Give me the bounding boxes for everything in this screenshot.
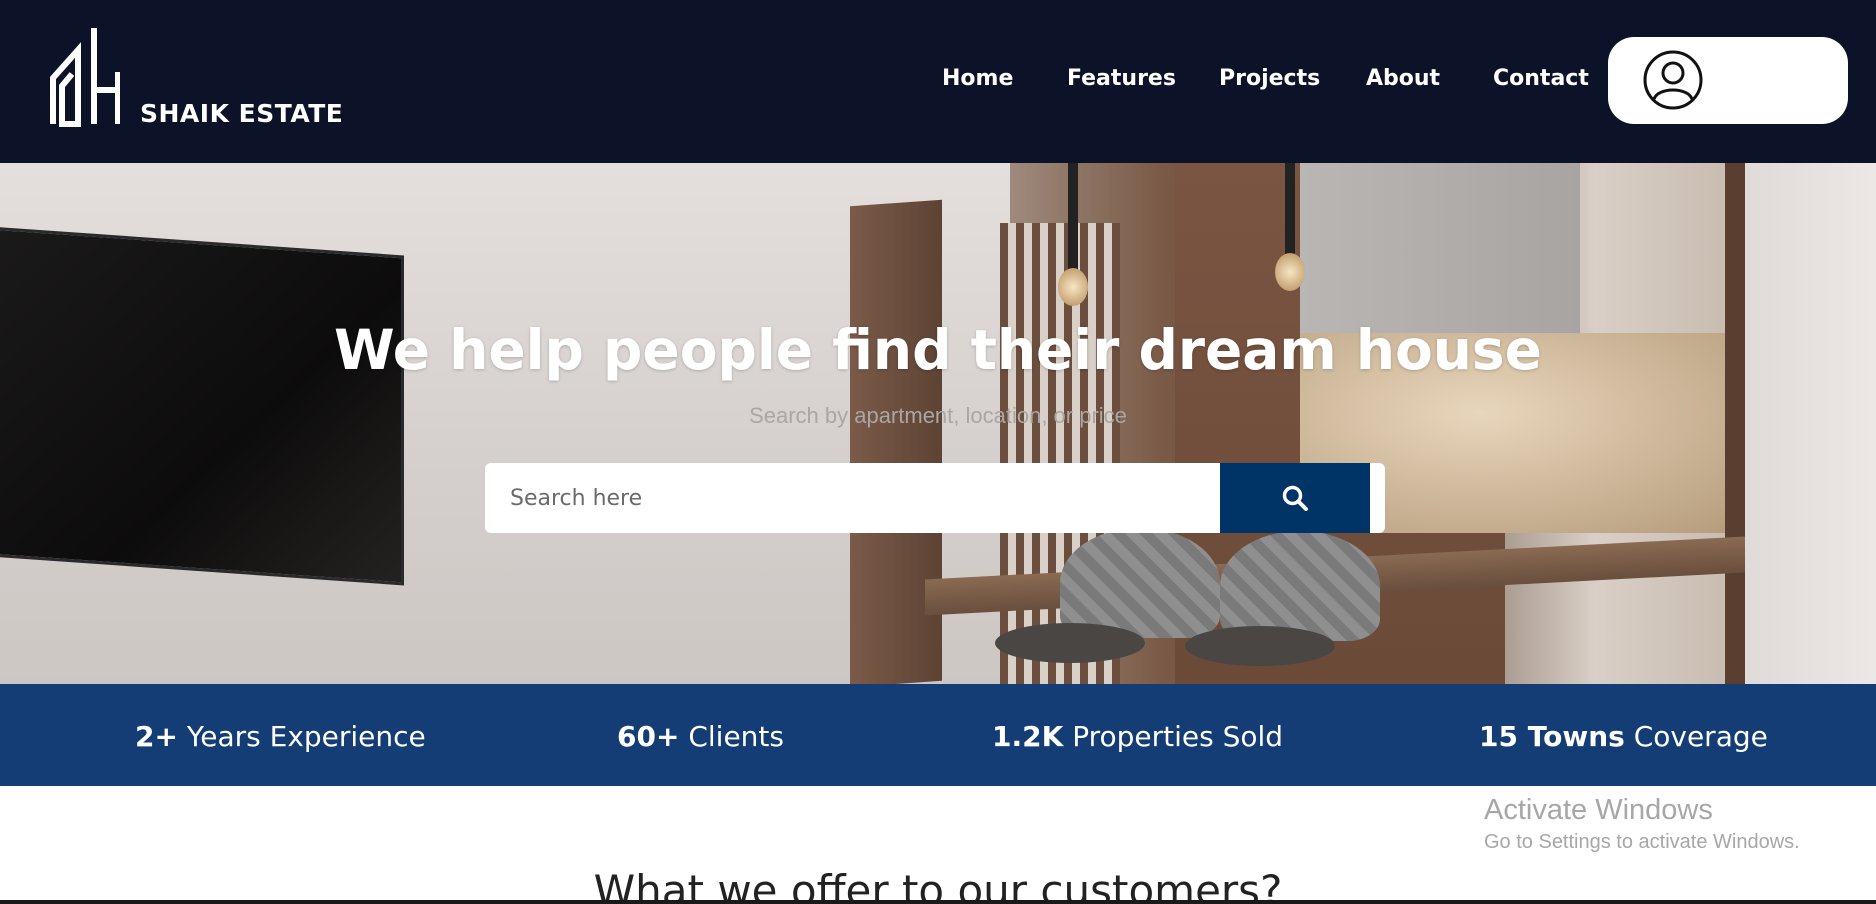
hero-section: We help people find their dream house Se… <box>0 163 1876 684</box>
hero-bg-seat <box>1185 626 1335 666</box>
stat-value: 1.2K <box>992 720 1064 753</box>
profile-button[interactable] <box>1608 37 1848 124</box>
stat-experience: 2+ Years Experience <box>135 720 426 753</box>
stat-label: Clients <box>688 720 784 753</box>
search-input[interactable] <box>485 463 1220 533</box>
watermark-subtitle: Go to Settings to activate Windows. <box>1484 831 1800 853</box>
stat-value: 60+ <box>617 720 680 753</box>
nav-contact[interactable]: Contact <box>1493 66 1589 91</box>
stat-label: Properties Sold <box>1072 720 1284 753</box>
offer-heading: What we offer to our customers? <box>593 866 1283 904</box>
bulb <box>1275 253 1305 291</box>
search-icon <box>1282 485 1308 511</box>
search-bar <box>485 463 1385 533</box>
stat-coverage: 15 Towns Coverage <box>1479 720 1768 753</box>
brand-name: SHAIK ESTATE <box>140 99 344 128</box>
windows-watermark: Activate Windows Go to Settings to activ… <box>1484 794 1800 854</box>
hero-bg-chair <box>1220 531 1380 641</box>
taskbar-edge <box>0 900 1876 904</box>
nav-home[interactable]: Home <box>942 66 1013 91</box>
nav-projects[interactable]: Projects <box>1219 66 1320 91</box>
user-circle-icon <box>1643 50 1703 110</box>
stat-value: 15 Towns <box>1479 720 1625 753</box>
bulb <box>1058 268 1088 306</box>
nav-features[interactable]: Features <box>1067 66 1176 91</box>
pendant-lamp <box>1068 163 1078 273</box>
hero-bg-chair <box>1060 528 1220 638</box>
hero-title: We help people find their dream house <box>334 318 1542 382</box>
hero-subtitle: Search by apartment, location, or price <box>749 403 1127 428</box>
search-button[interactable] <box>1220 463 1370 533</box>
nav-about[interactable]: About <box>1366 66 1440 91</box>
stat-properties: 1.2K Properties Sold <box>992 720 1283 753</box>
stat-clients: 60+ Clients <box>617 720 784 753</box>
hero-bg-cabinets <box>1300 163 1580 333</box>
watermark-title: Activate Windows <box>1484 794 1713 826</box>
brand-logo[interactable]: SHAIK ESTATE <box>50 28 350 128</box>
stat-label: Coverage <box>1633 720 1768 753</box>
building-logo-icon <box>50 28 120 127</box>
site-header: SHAIK ESTATE Home Features Projects Abou… <box>0 0 1876 163</box>
pendant-lamp <box>1285 163 1295 258</box>
stat-label: Years Experience <box>186 720 426 753</box>
hero-bg-seat <box>995 623 1145 663</box>
stat-value: 2+ <box>135 720 178 753</box>
stats-bar: 2+ Years Experience 60+ Clients 1.2K Pro… <box>0 684 1876 786</box>
